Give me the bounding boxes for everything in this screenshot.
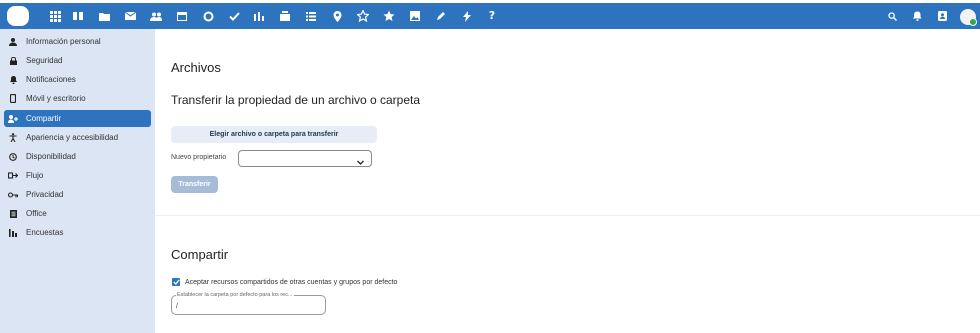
- sidebar-item-label: Notificaciones: [26, 75, 76, 84]
- new-owner-select[interactable]: [238, 150, 372, 167]
- contacts-icon[interactable]: [148, 8, 164, 24]
- settings-sidebar: Información personal Seguridad Notificac…: [0, 29, 155, 333]
- default-share-folder-value: /: [176, 303, 178, 310]
- sidebar-item-label: Privacidad: [26, 190, 64, 199]
- sidebar-item-label: Móvil y escritorio: [26, 94, 86, 103]
- sidebar-item-sharing[interactable]: Compartir: [4, 110, 151, 127]
- sidebar-item-office[interactable]: Office: [4, 205, 151, 222]
- sidebar-item-label: Apariencia y accesibilidad: [26, 133, 119, 142]
- sidebar-item-label: Flujo: [26, 171, 44, 180]
- calendar-icon[interactable]: [174, 8, 190, 24]
- choose-file-button[interactable]: Elegir archivo o carpeta para transferir: [171, 126, 377, 143]
- top-navigation-bar: ?: [0, 3, 980, 29]
- office-icon: [8, 209, 18, 219]
- activity-icon[interactable]: [251, 8, 267, 24]
- tasks-icon[interactable]: [226, 8, 242, 24]
- files-section-title: Archivos: [171, 60, 221, 75]
- files-icon[interactable]: [96, 8, 112, 24]
- search-icon[interactable]: [884, 8, 900, 24]
- sidebar-item-label: Disponibilidad: [26, 152, 76, 161]
- user-icon: [8, 37, 18, 47]
- sharing-section-title: Compartir: [171, 247, 229, 262]
- sidebar-item-appearance[interactable]: Apariencia y accesibilidad: [4, 129, 151, 146]
- flow-icon: [8, 171, 18, 181]
- flash-icon[interactable]: [459, 8, 475, 24]
- accept-shares-option[interactable]: Aceptar recursos compartidos de otras cu…: [172, 278, 397, 286]
- edit-icon[interactable]: [433, 8, 449, 24]
- mail-icon[interactable]: [122, 8, 138, 24]
- bell-icon: [8, 75, 18, 85]
- sidebar-item-security[interactable]: Seguridad: [4, 52, 151, 69]
- sidebar-item-flow[interactable]: Flujo: [4, 167, 151, 184]
- sidebar-item-polls[interactable]: Encuestas: [4, 224, 151, 241]
- main-content: Archivos Transferir la propiedad de un a…: [155, 29, 980, 333]
- section-divider: [155, 215, 980, 216]
- sidebar-item-label: Seguridad: [26, 56, 63, 65]
- apps-grid-icon[interactable]: [47, 8, 63, 24]
- sidebar-item-label: Office: [26, 209, 47, 218]
- new-owner-label: Nuevo propietario: [171, 154, 227, 161]
- favorites-icon[interactable]: [381, 8, 397, 24]
- nextcloud-logo-icon[interactable]: [7, 6, 29, 26]
- notifications-icon[interactable]: [909, 8, 925, 24]
- avatar[interactable]: [960, 9, 977, 26]
- sidebar-item-privacy[interactable]: Privacidad: [4, 186, 151, 203]
- accept-shares-checkbox[interactable]: [172, 278, 180, 286]
- notes-icon[interactable]: [303, 8, 319, 24]
- sidebar-item-availability[interactable]: Disponibilidad: [4, 148, 151, 165]
- sidebar-item-label: Encuestas: [26, 228, 64, 237]
- accept-shares-label: Aceptar recursos compartidos de otras cu…: [185, 278, 398, 286]
- lock-icon: [8, 56, 18, 66]
- sidebar-item-mobile-desktop[interactable]: Móvil y escritorio: [4, 90, 151, 107]
- dashboard-icon[interactable]: [70, 8, 86, 24]
- share-icon: [8, 114, 18, 124]
- photos-icon[interactable]: [407, 8, 423, 24]
- key-icon: [8, 190, 18, 200]
- default-share-folder-label: Establecer la carpeta por defecto para l…: [176, 292, 294, 298]
- deck-icon[interactable]: [277, 8, 293, 24]
- transfer-ownership-heading: Transferir la propiedad de un archivo o …: [171, 93, 421, 107]
- sidebar-item-label: Información personal: [26, 37, 101, 46]
- contacts-menu-icon[interactable]: [934, 8, 950, 24]
- clock-icon: [8, 152, 18, 162]
- phone-icon: [8, 94, 18, 104]
- poll-icon: [8, 228, 18, 238]
- maps-icon[interactable]: [329, 8, 345, 24]
- sidebar-item-label: Compartir: [26, 114, 62, 123]
- sidebar-item-personal-info[interactable]: Información personal: [4, 33, 151, 50]
- status-online-icon: [969, 18, 977, 26]
- transfer-button[interactable]: Transferir: [171, 176, 218, 193]
- help-icon[interactable]: ?: [484, 8, 500, 24]
- sidebar-item-notifications[interactable]: Notificaciones: [4, 71, 151, 88]
- starred-icon[interactable]: [355, 8, 371, 24]
- default-share-folder-field[interactable]: Establecer la carpeta por defecto para l…: [171, 292, 326, 315]
- talk-icon[interactable]: [200, 8, 216, 24]
- chevron-down-icon: [356, 154, 365, 172]
- accessibility-icon: [8, 133, 18, 143]
